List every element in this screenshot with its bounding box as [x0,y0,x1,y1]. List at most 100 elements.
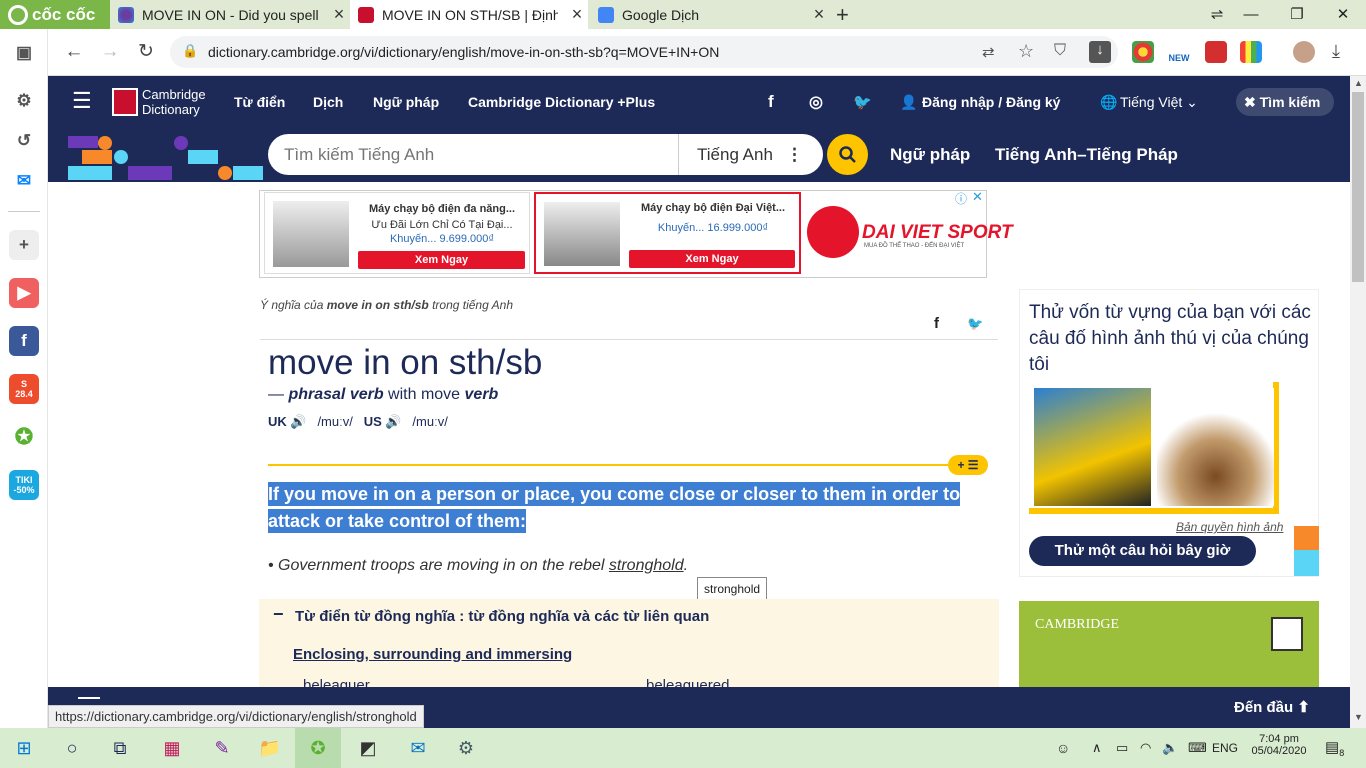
cortana-icon[interactable]: ○ [58,734,86,762]
new-tab-icon[interactable]: + [836,2,849,28]
search-toggle-button[interactable]: ✖ Tìm kiếm [1236,88,1334,116]
youtube-icon[interactable]: ▶ [9,278,39,308]
battery-icon[interactable]: ▭ [1116,740,1128,756]
scroll-thumb[interactable] [1352,92,1364,282]
quiz-start-button[interactable]: Thử một câu hỏi bây giờ [1029,536,1256,566]
parrot-image [1034,388,1151,506]
ad-info-icon[interactable]: ⓘ [955,190,967,207]
paint-icon[interactable]: ✎ [208,734,236,762]
outlook-icon[interactable]: ✉ [404,734,432,762]
nav-dictionary[interactable]: Từ điển [234,94,285,110]
address-bar[interactable]: 🔒 dictionary.cambridge.org/vi/dictionary… [170,36,1118,68]
close-icon: ✖ [1244,94,1256,110]
downloads-tray-icon[interactable]: ⤓ [1332,41,1340,62]
messenger-icon[interactable]: ✉ [9,166,39,196]
translate-page-icon[interactable]: ⇄ [982,43,995,61]
shield-icon[interactable]: ⛉ [1054,42,1066,60]
coccoc-taskbar-icon[interactable]: ✪ [304,734,332,762]
thesaurus-category-link[interactable]: Enclosing, surrounding and immersing [293,646,572,663]
file-explorer-icon[interactable]: 📁 [256,734,284,762]
tiki-icon[interactable]: TIKI -50% [9,470,39,500]
tab-google-translate[interactable]: Google Dịch × [590,0,830,29]
grammar-link[interactable]: Ngữ pháp [890,145,970,165]
search-input[interactable] [284,145,664,165]
extension-red-icon[interactable] [1205,41,1227,63]
nav-grammar[interactable]: Ngữ pháp [373,94,439,110]
audio-uk-icon[interactable]: 🔊 [290,414,306,429]
keyboard-icon[interactable]: ⌨ [1188,740,1207,756]
forward-icon[interactable]: → [98,40,122,64]
add-app-icon[interactable]: + [9,230,39,260]
tab-spellcheck[interactable]: MOVE IN ON - Did you spell i × [110,0,350,29]
site-logo[interactable]: Cambridge Dictionary [142,87,206,117]
close-tab-icon[interactable]: × [808,4,830,25]
stronghold-link[interactable]: stronghold [609,557,684,574]
facebook-icon[interactable]: f [768,92,774,112]
close-tab-icon[interactable]: × [566,4,588,25]
twitter-icon[interactable]: 🐦 [853,93,872,111]
clock[interactable]: 7:04 pm 05/04/2020 [1250,733,1308,757]
quiz-image-frame[interactable] [1029,382,1279,514]
history-icon[interactable]: ↺ [9,126,39,156]
ad-item-1[interactable]: Máy chạy bộ điện đa năng... Ưu Đãi Lớn C… [264,192,530,274]
promo-brand: CAMBRIDGE [1035,617,1120,632]
bookmark-star-icon[interactable]: ☆ [1018,41,1034,62]
ad-item-2[interactable]: Máy chạy bộ điện Đại Việt... Khuyến... 1… [534,192,801,274]
coccoc-app-icon[interactable]: ✪ [9,422,39,452]
settings-icon[interactable]: ⚙ [9,86,39,116]
extension-new-icon[interactable]: NEW [1166,41,1192,63]
collapse-icon[interactable]: − [273,604,284,625]
nav-translate[interactable]: Dịch [313,94,343,110]
thesaurus-title[interactable]: Từ điển từ đồng nghĩa : từ đồng nghĩa và… [295,608,709,625]
nav-plus[interactable]: Cambridge Dictionary +Plus [468,94,655,110]
login-link[interactable]: Đăng nhập / Đăng ký [922,94,1060,110]
add-to-list-button[interactable]: + ☰ [948,455,988,475]
app-taskbar-icon[interactable]: ▦ [158,734,186,762]
treadmill-runner-image [544,202,620,266]
scroll-down-icon[interactable]: ▼ [1354,712,1363,722]
browser-brand[interactable]: cốc cốc [0,0,110,29]
volume-icon[interactable]: 🔈 [1162,740,1178,756]
sticky-notes-icon[interactable]: ◩ [354,734,382,762]
facebook-icon[interactable]: f [9,326,39,356]
scrollbar[interactable]: ▲ ▼ [1350,76,1366,728]
hamburger-menu-icon[interactable]: ☰ [72,90,92,112]
restore-icon[interactable]: ❐ [1274,0,1320,29]
download-icon[interactable]: ↓ [1089,41,1111,63]
reload-icon[interactable]: ↻ [134,40,158,64]
close-window-icon[interactable]: ✕ [1320,0,1366,29]
sidebar-toggle-icon[interactable]: ▣ [9,38,39,68]
people-icon[interactable]: ☺ [1056,740,1070,756]
minimize-icon[interactable]: — [1228,0,1274,29]
tray-chevron-icon[interactable]: ∧ [1092,740,1102,756]
notifications-icon[interactable]: ▤8 [1325,738,1344,758]
shopee-icon[interactable]: S 28.4 [9,374,39,404]
search-button[interactable] [827,134,868,175]
scroll-up-icon[interactable]: ▲ [1354,78,1363,88]
ad2-cta-button[interactable]: Xem Ngay [629,250,795,268]
ad-close-icon[interactable]: ✕ [972,189,983,205]
instagram-icon[interactable]: ◎ [809,92,823,112]
ad1-cta-button[interactable]: Xem Ngay [358,251,525,269]
windows-start-icon[interactable]: ⊞ [10,734,38,762]
cambridge-promo[interactable]: CAMBRIDGE [1019,601,1319,691]
share-facebook-icon[interactable]: f [934,315,939,332]
cambridge-shield-icon [112,88,138,116]
tab-cambridge[interactable]: MOVE IN ON STH/SB | Định n × [350,0,588,29]
en-fr-link[interactable]: Tiếng Anh–Tiếng Pháp [995,145,1178,165]
close-tab-icon[interactable]: × [328,4,350,25]
task-view-icon[interactable]: ⧉ [106,734,134,762]
avatar[interactable] [1293,41,1315,63]
extension-chrome-icon[interactable] [1132,41,1154,63]
back-to-top-link[interactable]: Đến đầu ⬆ [1234,698,1310,716]
language-indicator[interactable]: ENG [1212,741,1238,755]
image-credit-link[interactable]: Bản quyền hình ảnh [1176,520,1283,534]
share-twitter-icon[interactable]: 🐦 [967,316,983,332]
audio-us-icon[interactable]: 🔊 [385,414,401,429]
wifi-icon[interactable]: ◠ [1140,740,1151,756]
extension-colorful-icon[interactable] [1240,41,1262,63]
search-language-select[interactable]: Tiếng Anh ⋮ [678,134,823,175]
language-select[interactable]: Tiếng Việt ⌄ [1120,94,1198,111]
back-icon[interactable]: ← [62,40,86,64]
app-taskbar-icon[interactable]: ⚙ [452,734,480,762]
